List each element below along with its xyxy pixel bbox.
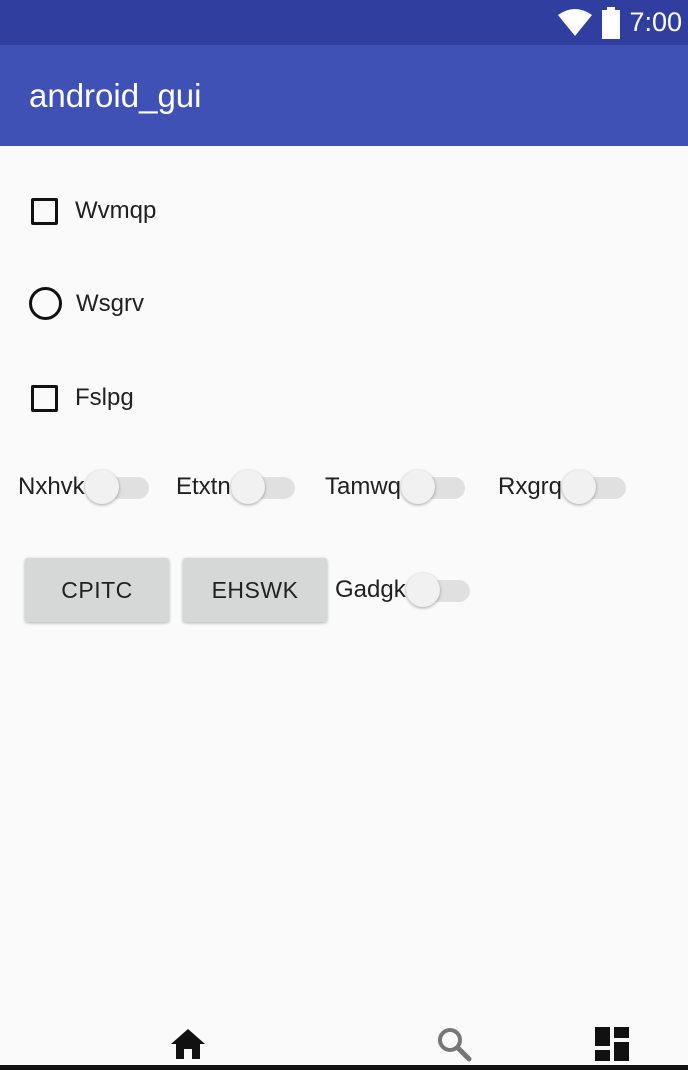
switch-toggle[interactable] [230, 469, 295, 505]
search-icon[interactable] [437, 1027, 473, 1063]
checkbox-wvmqp[interactable]: Wvmqp [31, 196, 156, 226]
radio-circle[interactable] [29, 287, 62, 320]
checkbox-box[interactable] [31, 384, 58, 412]
radio-label: Wsgrv [76, 289, 144, 317]
status-icons: 7:00 [557, 0, 682, 45]
switch-label: Etxtn [176, 473, 231, 500]
switch-nxhvk[interactable]: Nxhvk [18, 469, 149, 505]
checkbox-label: Wvmqp [75, 197, 157, 224]
radio-wsgrv[interactable]: Wsgrv [29, 287, 144, 320]
checkbox-box[interactable] [31, 197, 58, 225]
switch-label: Tamwq [325, 473, 402, 500]
wifi-icon [558, 8, 593, 36]
app-title: android_gui [29, 77, 202, 114]
switch-etxtn[interactable]: Etxtn [176, 469, 295, 505]
battery-icon [602, 6, 621, 39]
cpitc-button[interactable]: CPITC [25, 558, 169, 622]
switch-toggle[interactable] [84, 469, 149, 505]
home-icon[interactable] [170, 1028, 206, 1060]
checkbox-label: Fslpg [75, 384, 134, 411]
switch-label: Nxhvk [18, 473, 85, 500]
ehswk-button[interactable]: EHSWK [183, 558, 327, 622]
switch-tamwq[interactable]: Tamwq [325, 469, 466, 505]
switch-toggle[interactable] [405, 572, 470, 608]
dashboard-icon[interactable] [595, 1027, 629, 1061]
status-bar: 7:00 [0, 0, 688, 45]
switch-rxgrq[interactable]: Rxgrq [498, 469, 627, 505]
checkbox-fslpg[interactable]: Fslpg [31, 383, 134, 413]
app-bar: android_gui [0, 45, 688, 146]
status-time: 7:00 [629, 7, 682, 37]
switch-toggle[interactable] [562, 469, 627, 505]
switch-toggle[interactable] [401, 469, 466, 505]
switch-label: Rxgrq [498, 473, 563, 500]
navigation-bar-edge [0, 1065, 688, 1070]
switch-gadgk[interactable]: Gadgk [335, 572, 470, 608]
switch-label: Gadgk [335, 576, 406, 603]
